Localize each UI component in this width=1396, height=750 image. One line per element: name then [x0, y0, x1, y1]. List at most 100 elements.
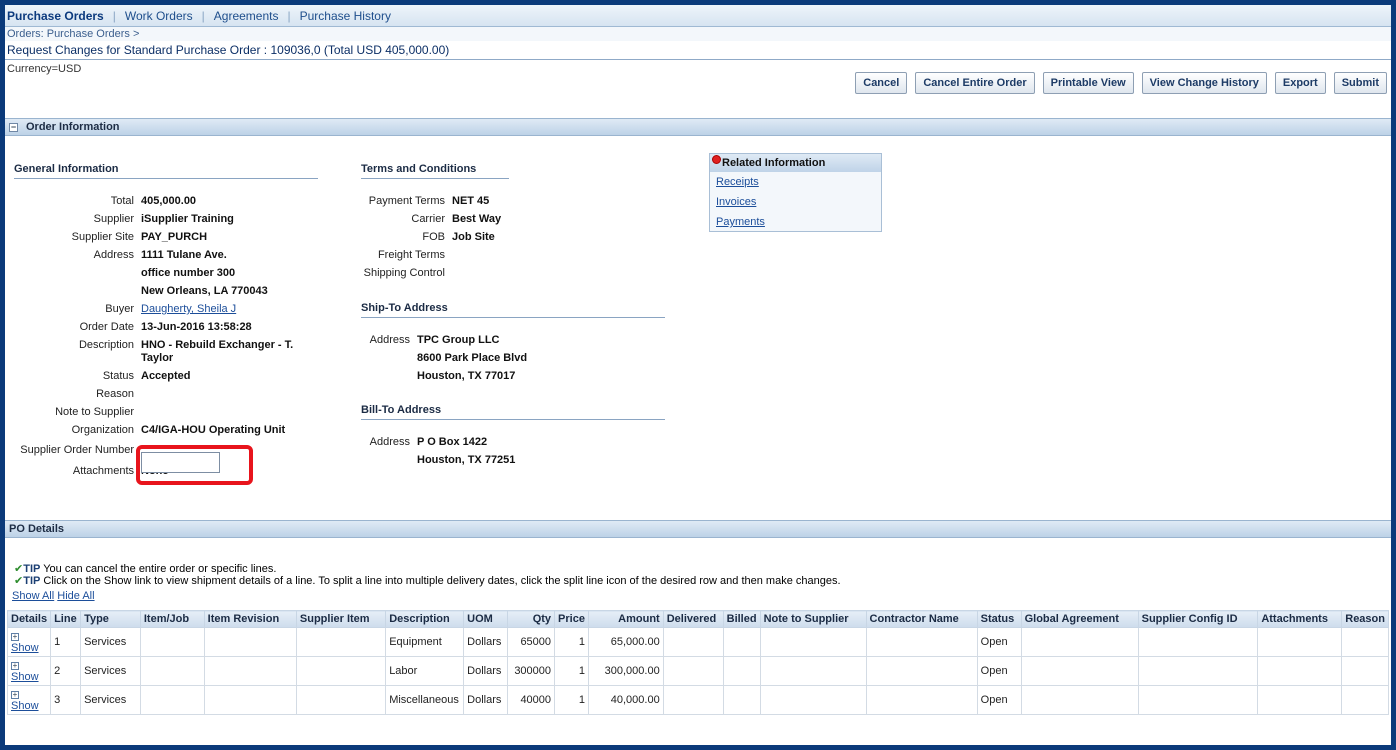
col-contractor-name: Contractor Name: [865, 610, 978, 628]
col-global-agreement: Global Agreement: [1020, 610, 1139, 628]
printable-view-button[interactable]: Printable View: [1042, 72, 1134, 94]
cell-qty: 300000: [507, 656, 556, 686]
bill-to-line-1: P O Box 1422: [417, 436, 488, 448]
description-value-1: HNO - Rebuild Exchanger - T.: [141, 339, 294, 351]
cell-type: Services: [80, 627, 141, 657]
ship-to-heading: Ship-To Address: [361, 302, 665, 318]
col-supplier-config-id: Supplier Config ID: [1137, 610, 1259, 628]
col-qty: Qty: [507, 610, 556, 628]
cell-price: 1: [554, 627, 589, 657]
col-uom: UOM: [463, 610, 509, 628]
ship-to-line-1: TPC Group LLC: [417, 334, 500, 346]
description-value-2: Taylor: [141, 352, 174, 364]
view-change-history-button[interactable]: View Change History: [1141, 72, 1267, 94]
cell-line: 3: [50, 685, 82, 715]
alert-dot-icon: [712, 154, 721, 164]
order-information-header[interactable]: − Order Information: [5, 118, 1391, 136]
payments-link[interactable]: Payments: [716, 216, 765, 228]
col-line: Line: [50, 610, 82, 628]
col-type: Type: [80, 610, 141, 628]
tips-area: ✔TIP You can cancel the entire order or …: [12, 563, 841, 602]
fob-value: Job Site: [452, 231, 495, 243]
cell-status: Open: [976, 656, 1022, 686]
po-details-title: PO Details: [9, 523, 65, 535]
tab-purchase-orders[interactable]: Purchase Orders: [7, 9, 113, 23]
reason-label: Reason: [96, 388, 134, 400]
status-value: Accepted: [141, 370, 191, 382]
terms-heading: Terms and Conditions: [361, 163, 509, 179]
show-line-link[interactable]: Show: [11, 671, 39, 683]
related-information-header: Related Information: [710, 154, 881, 172]
col-item-job: Item/Job: [139, 610, 205, 628]
payment-terms-label: Payment Terms: [368, 195, 445, 207]
expand-plus-icon[interactable]: +: [11, 691, 19, 699]
supplier-value: iSupplier Training: [141, 213, 234, 225]
total-value: 405,000.00: [141, 195, 197, 207]
supplier-order-number-label: Supplier Order Number: [20, 443, 134, 456]
breadcrumb-link[interactable]: Orders: Purchase Orders: [7, 28, 130, 40]
address-line-1: 1111 Tulane Ave.: [141, 249, 227, 261]
cancel-entire-order-button[interactable]: Cancel Entire Order: [915, 72, 1035, 94]
tip-check-icon: ✔: [14, 575, 24, 587]
related-information-box: Related Information Receipts Invoices Pa…: [709, 153, 882, 232]
order-information-title: Order Information: [26, 121, 120, 133]
cell-uom: Dollars: [463, 627, 509, 657]
col-description: Description: [385, 610, 465, 628]
supplier-site-label: Supplier Site: [71, 231, 134, 243]
receipts-link[interactable]: Receipts: [716, 176, 759, 188]
col-item-revision: Item Revision: [203, 610, 297, 628]
bill-to-address-label: Address: [369, 436, 410, 448]
cell-description: Equipment: [385, 627, 465, 657]
export-button[interactable]: Export: [1274, 72, 1326, 94]
table-row: +Show 3 Services Miscellaneous Dollars 4…: [6, 685, 1389, 715]
general-information-fields: Total 405,000.00 Supplier iSupplier Traini…: [5, 192, 293, 480]
cell-description: Miscellaneous: [385, 685, 465, 715]
hide-all-link[interactable]: Hide All: [57, 590, 94, 602]
description-label: Description: [78, 339, 134, 351]
top-tab-bar: Purchase Orders | Work Orders | Agreemen…: [5, 5, 1391, 27]
tip-label: TIP: [23, 575, 41, 587]
bill-to-heading: Bill-To Address: [361, 404, 665, 420]
submit-button[interactable]: Submit: [1333, 72, 1387, 94]
freight-terms-label: Freight Terms: [377, 249, 445, 261]
action-buttons: Cancel Cancel Entire Order Printable Vie…: [855, 72, 1387, 94]
address-label: Address: [93, 249, 134, 261]
expand-plus-icon[interactable]: +: [11, 662, 19, 670]
col-attachments: Attachments: [1257, 610, 1343, 628]
app-frame: Purchase Orders | Work Orders | Agreemen…: [5, 5, 1391, 745]
fob-label: FOB: [422, 231, 445, 243]
cell-status: Open: [976, 627, 1022, 657]
show-line-link[interactable]: Show: [11, 700, 39, 712]
expand-plus-icon[interactable]: +: [11, 633, 19, 641]
total-label: Total: [110, 195, 134, 207]
supplier-site-value: PAY_PURCH: [141, 231, 208, 243]
cell-uom: Dollars: [463, 685, 509, 715]
table-header-row: Details Line Type Item/Job Item Revision…: [6, 610, 1389, 628]
cell-price: 1: [554, 685, 589, 715]
ship-to-address-label: Address: [369, 334, 410, 346]
cell-line: 1: [50, 627, 82, 657]
table-row: +Show 1 Services Equipment Dollars 65000…: [6, 627, 1389, 657]
collapse-icon[interactable]: −: [9, 122, 18, 132]
col-note-to-supplier: Note to Supplier: [759, 610, 867, 628]
cell-amount: 300,000.00: [587, 656, 664, 686]
cell-status: Open: [976, 685, 1022, 715]
cell-uom: Dollars: [463, 656, 509, 686]
show-line-link[interactable]: Show: [11, 642, 39, 654]
ship-to-line-3: Houston, TX 77017: [417, 370, 516, 382]
carrier-label: Carrier: [411, 213, 445, 225]
address-line-3: New Orleans, LA 770043: [141, 285, 268, 297]
tab-work-orders[interactable]: Work Orders: [116, 9, 202, 23]
tab-agreements[interactable]: Agreements: [205, 9, 288, 23]
organization-value: C4/IGA-HOU Operating Unit: [141, 424, 286, 436]
address-line-2: office number 300: [141, 267, 236, 279]
show-all-link[interactable]: Show All: [12, 590, 54, 602]
invoices-link[interactable]: Invoices: [716, 196, 756, 208]
payment-terms-value: NET 45: [452, 195, 490, 207]
tab-purchase-history[interactable]: Purchase History: [291, 9, 400, 23]
po-details-header: PO Details: [5, 520, 1391, 538]
bill-to-line-2: Houston, TX 77251: [417, 454, 516, 466]
tip-label: TIP: [23, 563, 41, 575]
buyer-link[interactable]: Daugherty, Sheila J: [141, 300, 236, 318]
cancel-button[interactable]: Cancel: [855, 72, 908, 94]
